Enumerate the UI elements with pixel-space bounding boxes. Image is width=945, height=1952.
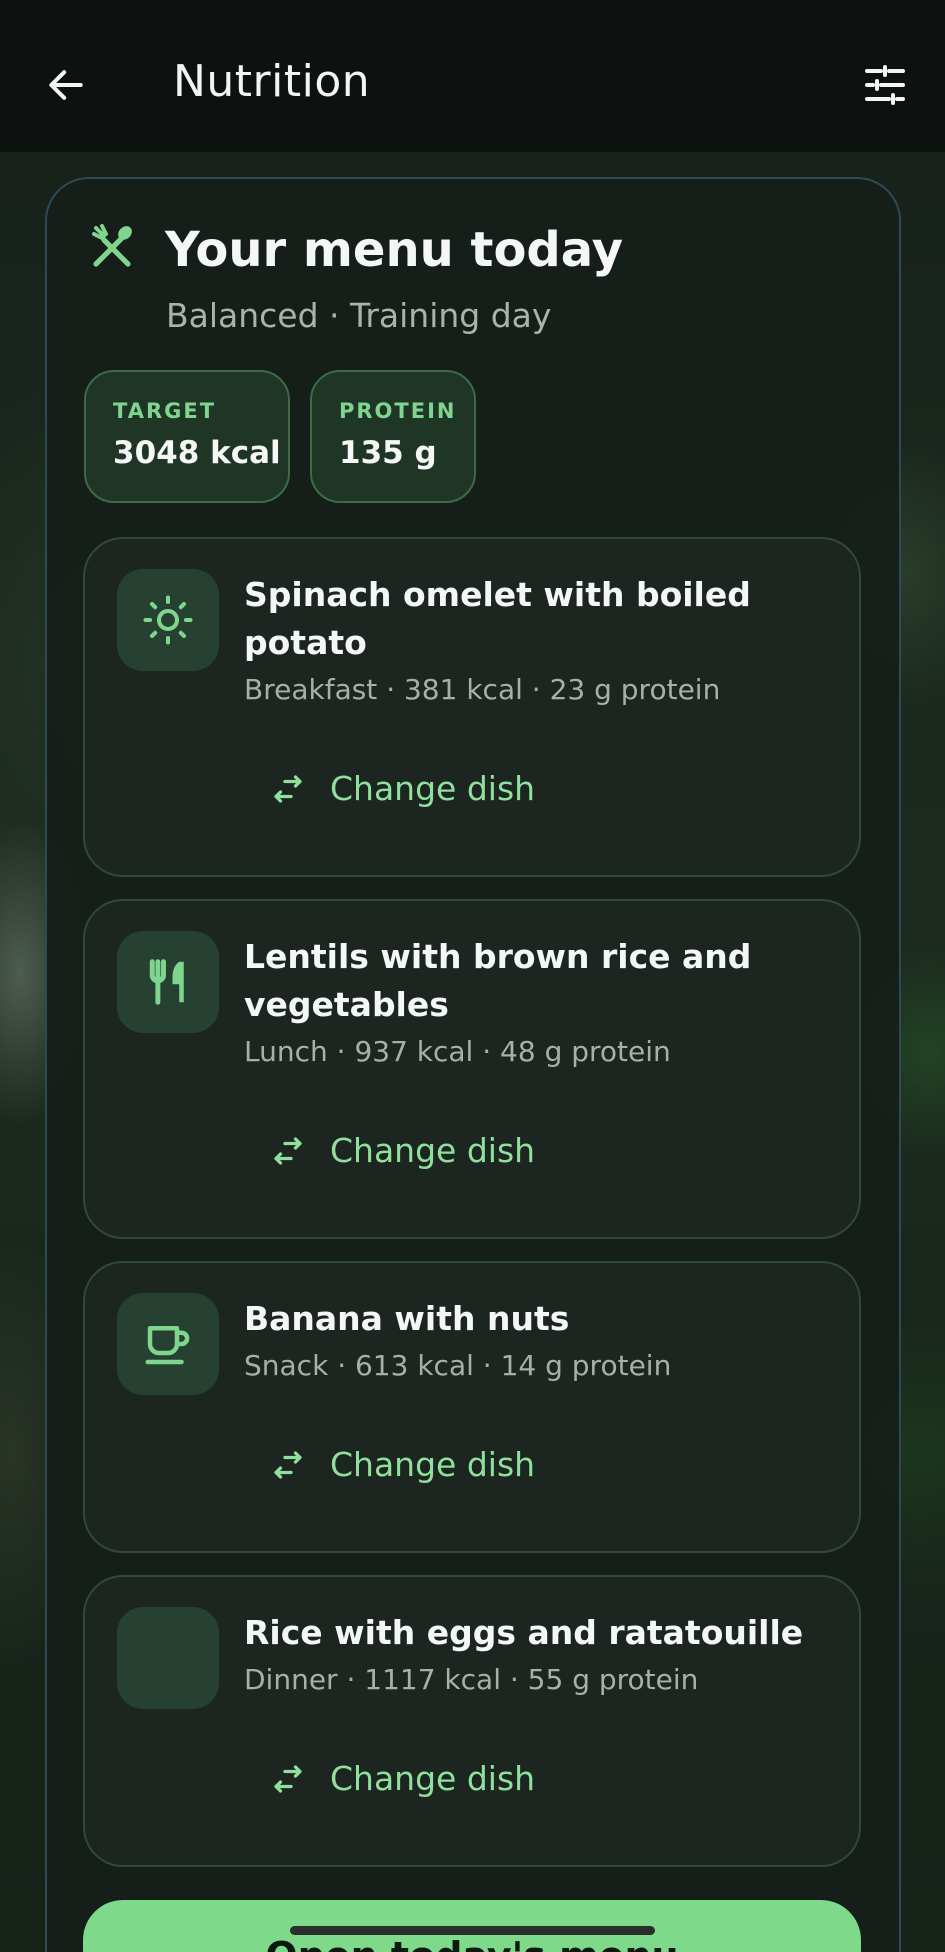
meal-icon-box [117,1607,219,1709]
swap-arrows-icon [274,1764,302,1793]
menu-title: Your menu today [165,222,623,278]
page-title: Nutrition [173,56,371,107]
top-app-bar: Nutrition [0,0,945,152]
stat-value: 135 g [339,435,437,471]
meal-meta: Dinner · 1117 kcal · 55 g protein [244,1663,699,1696]
change-dish-button[interactable]: Change dish [270,1445,535,1484]
change-dish-button[interactable]: Change dish [270,1759,535,1798]
meal-card: Spinach omelet with boiled potato Breakf… [83,537,861,877]
meal-icon-box [117,569,219,671]
back-button[interactable] [36,55,96,115]
meal-meta: Lunch · 937 kcal · 48 g protein [244,1035,671,1068]
filter-button[interactable] [855,55,915,115]
sun-icon [143,595,193,645]
change-dish-label: Change dish [330,1131,536,1170]
stat-label: TARGET [113,399,217,423]
meal-card: Rice with eggs and ratatouille Dinner · … [83,1575,861,1867]
swap-arrows-icon [274,1450,302,1479]
meal-icon-box [117,1293,219,1395]
fork-spoon-icon [92,224,132,267]
nutrition-screen: Nutrition Your menu today Balanced · Tra… [0,0,945,1952]
meal-title: Rice with eggs and ratatouille [244,1613,804,1652]
menu-subtitle: Balanced · Training day [166,296,552,335]
cup-icon [145,1326,190,1365]
change-dish-button[interactable]: Change dish [270,1131,535,1170]
change-dish-label: Change dish [330,1759,536,1798]
change-dish-label: Change dish [330,1445,536,1484]
change-dish-label: Change dish [330,769,536,808]
meal-card: Banana with nuts Snack · 613 kcal · 14 g… [83,1261,861,1553]
meal-title: Spinach omelet with boiled potato [244,575,751,662]
change-dish-button[interactable]: Change dish [270,769,535,808]
stat-label: PROTEIN [339,399,457,423]
meal-card: Lentils with brown rice and vegetables L… [83,899,861,1239]
fork-knife-icon [149,959,184,1005]
swap-arrows-icon [274,774,302,803]
protein-stat-chip: PROTEIN 135 g [310,370,476,503]
target-stat-chip: TARGET 3048 kcal [84,370,290,503]
meal-meta: Breakfast · 381 kcal · 23 g protein [244,673,721,706]
meal-icon-box [117,931,219,1033]
meal-title: Banana with nuts [244,1299,570,1338]
meal-meta: Snack · 613 kcal · 14 g protein [244,1349,672,1382]
sliders-icon [865,65,905,105]
meal-title: Lentils with brown rice and vegetables [244,937,752,1024]
swap-arrows-icon [274,1136,302,1165]
open-menu-label: Open today's menu [265,1934,678,1952]
arrow-left-icon [49,70,83,100]
moon-icon [154,1637,175,1679]
stat-value: 3048 kcal [113,435,281,471]
home-indicator[interactable] [290,1926,655,1935]
